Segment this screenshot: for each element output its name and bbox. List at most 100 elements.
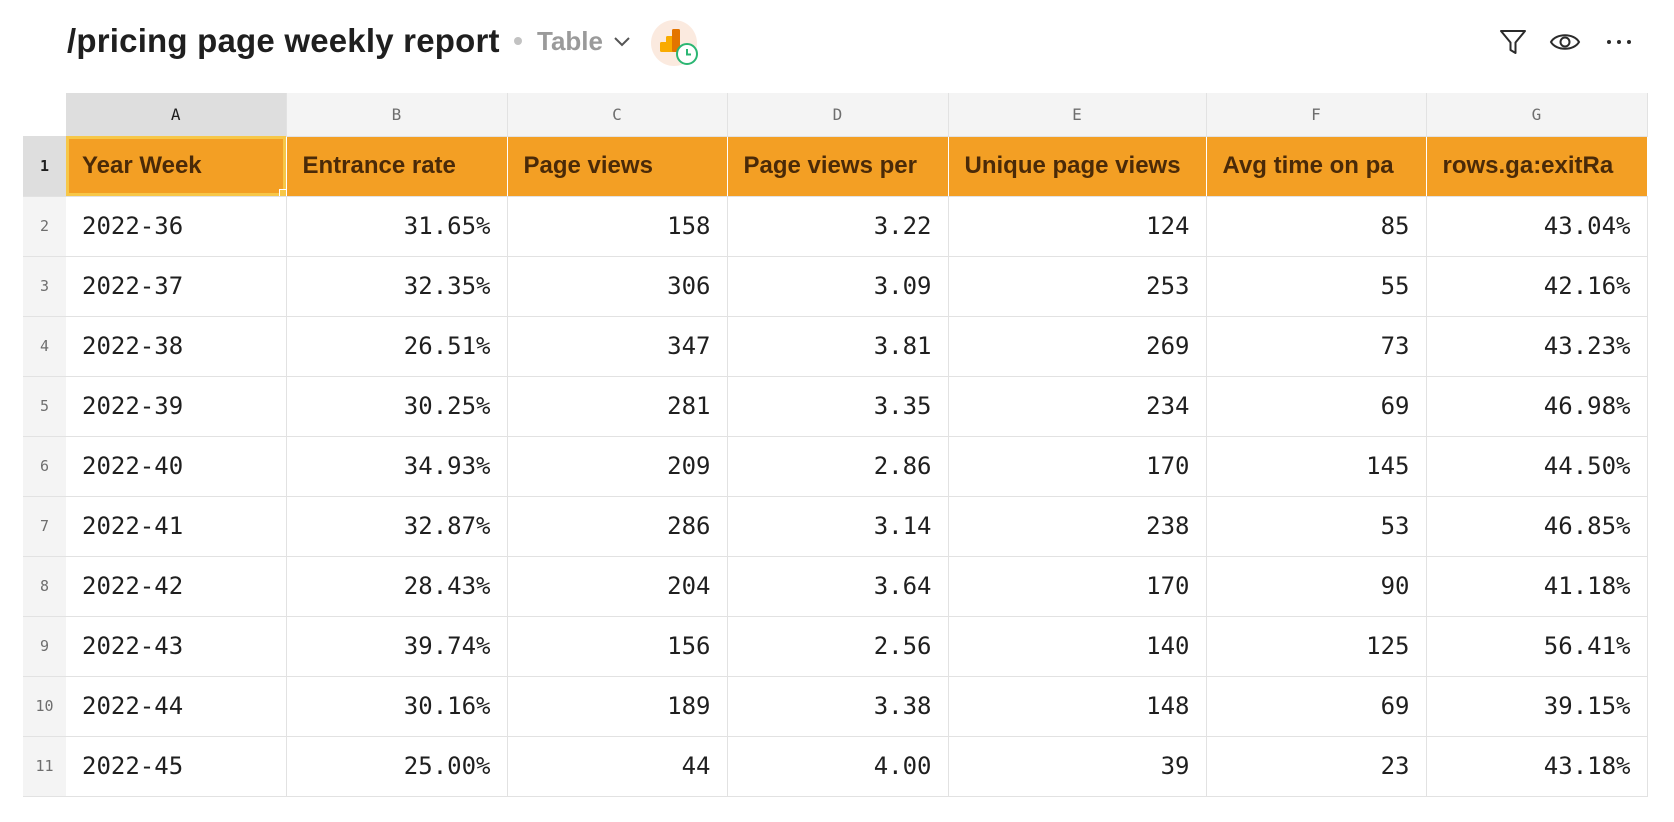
table-cell[interactable]: 170: [948, 556, 1207, 617]
table-cell[interactable]: 3.09: [727, 256, 949, 317]
table-cell[interactable]: 2022-44: [66, 676, 287, 737]
table-cell[interactable]: 2022-40: [66, 436, 287, 497]
table-cell[interactable]: 42.16%: [1426, 256, 1648, 317]
table-cell[interactable]: 2022-45: [66, 736, 287, 797]
table-cell[interactable]: 2022-37: [66, 256, 287, 317]
row-number[interactable]: 5: [23, 376, 66, 437]
table-cell[interactable]: 145: [1206, 436, 1427, 497]
header-cell-avg-time-on-page[interactable]: Avg time on pa: [1206, 136, 1427, 197]
table-cell[interactable]: 347: [507, 316, 728, 377]
table-cell[interactable]: 2022-42: [66, 556, 287, 617]
table-cell[interactable]: 209: [507, 436, 728, 497]
header-cell-page-views[interactable]: Page views: [507, 136, 728, 197]
table-cell[interactable]: 32.87%: [286, 496, 508, 557]
table-cell[interactable]: 140: [948, 616, 1207, 677]
table-cell[interactable]: 2.56: [727, 616, 949, 677]
visibility-button[interactable]: [1549, 26, 1581, 58]
table-cell[interactable]: 3.14: [727, 496, 949, 557]
header-cell-page-views-per[interactable]: Page views per: [727, 136, 949, 197]
table-cell[interactable]: 3.64: [727, 556, 949, 617]
table-cell[interactable]: 204: [507, 556, 728, 617]
table-cell[interactable]: 90: [1206, 556, 1427, 617]
fill-handle[interactable]: [278, 188, 285, 195]
table-cell[interactable]: 23: [1206, 736, 1427, 797]
column-header-b[interactable]: B: [286, 93, 508, 137]
table-cell[interactable]: 25.00%: [286, 736, 508, 797]
table-cell[interactable]: 56.41%: [1426, 616, 1648, 677]
table-cell[interactable]: 253: [948, 256, 1207, 317]
table-cell[interactable]: 73: [1206, 316, 1427, 377]
table-cell[interactable]: 3.81: [727, 316, 949, 377]
row-number[interactable]: 11: [23, 736, 66, 797]
row-number[interactable]: 2: [23, 196, 66, 257]
header-cell-exit-rate[interactable]: rows.ga:exitRa: [1426, 136, 1648, 197]
table-cell[interactable]: 85: [1206, 196, 1427, 257]
table-cell[interactable]: 39.15%: [1426, 676, 1648, 737]
table-cell[interactable]: 26.51%: [286, 316, 508, 377]
table-cell[interactable]: 34.93%: [286, 436, 508, 497]
table-cell[interactable]: 30.25%: [286, 376, 508, 437]
row-number[interactable]: 6: [23, 436, 66, 497]
view-type-dropdown[interactable]: Table: [537, 24, 631, 58]
table-cell[interactable]: 2022-39: [66, 376, 287, 437]
table-cell[interactable]: 238: [948, 496, 1207, 557]
column-header-e[interactable]: E: [948, 93, 1207, 137]
column-header-a[interactable]: A: [66, 93, 287, 137]
row-number[interactable]: 8: [23, 556, 66, 617]
table-cell[interactable]: 306: [507, 256, 728, 317]
table-cell[interactable]: 4.00: [727, 736, 949, 797]
table-cell[interactable]: 281: [507, 376, 728, 437]
table-cell[interactable]: 44: [507, 736, 728, 797]
table-cell[interactable]: 43.18%: [1426, 736, 1648, 797]
table-cell[interactable]: 2.86: [727, 436, 949, 497]
more-options-button[interactable]: [1603, 26, 1635, 58]
column-header-d[interactable]: D: [727, 93, 949, 137]
table-cell[interactable]: 286: [507, 496, 728, 557]
table-cell[interactable]: 189: [507, 676, 728, 737]
table-cell[interactable]: 3.35: [727, 376, 949, 437]
column-header-g[interactable]: G: [1426, 93, 1648, 137]
table-cell[interactable]: 69: [1206, 376, 1427, 437]
table-cell[interactable]: 124: [948, 196, 1207, 257]
table-cell[interactable]: 148: [948, 676, 1207, 737]
header-cell-entrance-rate[interactable]: Entrance rate: [286, 136, 508, 197]
table-cell[interactable]: 39: [948, 736, 1207, 797]
row-number[interactable]: 4: [23, 316, 66, 377]
table-cell[interactable]: 2022-36: [66, 196, 287, 257]
table-cell[interactable]: 43.04%: [1426, 196, 1648, 257]
table-cell[interactable]: 53: [1206, 496, 1427, 557]
table-cell[interactable]: 2022-41: [66, 496, 287, 557]
row-number[interactable]: 10: [23, 676, 66, 737]
row-number[interactable]: 3: [23, 256, 66, 317]
header-cell-unique-page-views[interactable]: Unique page views: [948, 136, 1207, 197]
column-header-c[interactable]: C: [507, 93, 728, 137]
table-cell[interactable]: 170: [948, 436, 1207, 497]
header-cell-year-week[interactable]: Year Week: [66, 136, 287, 197]
table-cell[interactable]: 125: [1206, 616, 1427, 677]
table-cell[interactable]: 32.35%: [286, 256, 508, 317]
table-cell[interactable]: 41.18%: [1426, 556, 1648, 617]
table-cell[interactable]: 30.16%: [286, 676, 508, 737]
data-source-badge[interactable]: [651, 20, 698, 66]
table-cell[interactable]: 69: [1206, 676, 1427, 737]
column-header-f[interactable]: F: [1206, 93, 1427, 137]
table-cell[interactable]: 46.98%: [1426, 376, 1648, 437]
table-cell[interactable]: 39.74%: [286, 616, 508, 677]
table-cell[interactable]: 3.22: [727, 196, 949, 257]
table-cell[interactable]: 269: [948, 316, 1207, 377]
table-cell[interactable]: 158: [507, 196, 728, 257]
filter-button[interactable]: [1497, 26, 1529, 58]
table-cell[interactable]: 2022-43: [66, 616, 287, 677]
table-cell[interactable]: 234: [948, 376, 1207, 437]
table-cell[interactable]: 31.65%: [286, 196, 508, 257]
table-cell[interactable]: 2022-38: [66, 316, 287, 377]
table-cell[interactable]: 3.38: [727, 676, 949, 737]
page-title[interactable]: /pricing page weekly report: [67, 22, 500, 60]
table-cell[interactable]: 43.23%: [1426, 316, 1648, 377]
row-number[interactable]: 1: [23, 136, 66, 197]
table-cell[interactable]: 55: [1206, 256, 1427, 317]
row-number[interactable]: 9: [23, 616, 66, 677]
table-cell[interactable]: 46.85%: [1426, 496, 1648, 557]
table-cell[interactable]: 156: [507, 616, 728, 677]
row-number[interactable]: 7: [23, 496, 66, 557]
